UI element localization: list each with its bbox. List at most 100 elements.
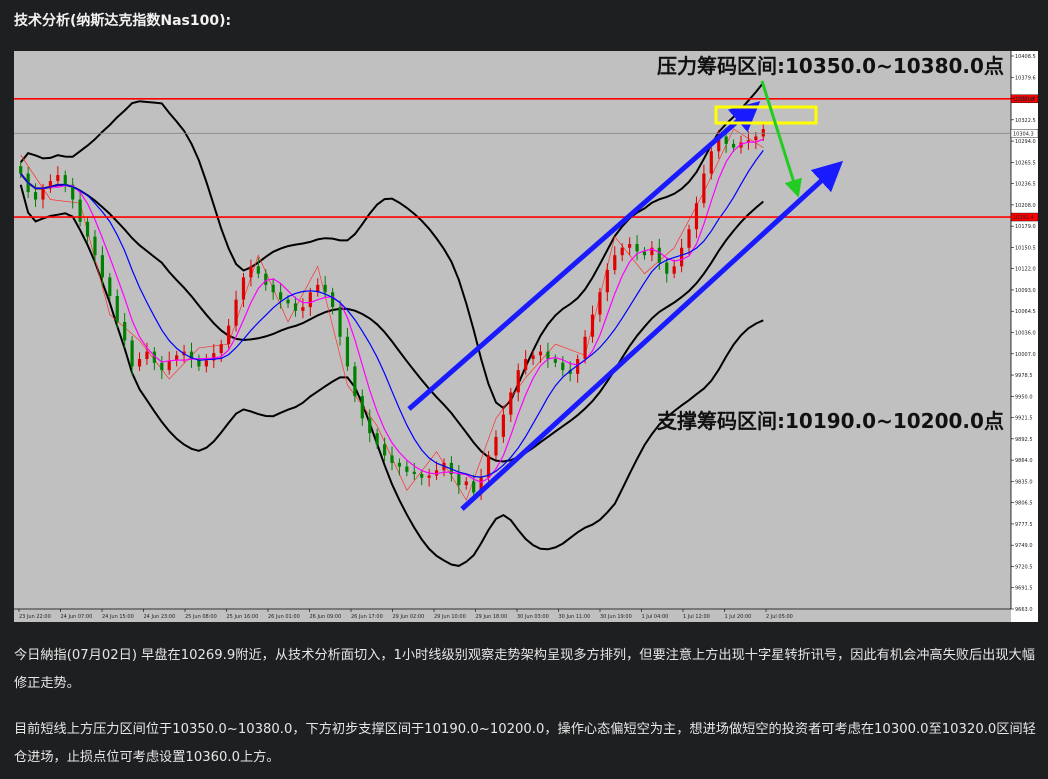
candle-body	[457, 473, 461, 486]
candle-body	[160, 362, 164, 371]
candle-body	[516, 370, 520, 393]
candle-body	[509, 392, 513, 415]
chart-svg: 10350.810304.310191.4 10408.510379.61035…	[14, 51, 1038, 622]
support-annotation: 支撑筹码区间:10190.0~10200.0点	[657, 409, 1004, 433]
candle-body	[123, 321, 127, 341]
candle-body	[368, 418, 372, 434]
y-tick-label: 9749.0	[1015, 543, 1033, 549]
candle-body	[323, 284, 327, 293]
candle-body	[301, 307, 305, 311]
candle-body	[338, 307, 342, 337]
y-tick-label: 9777.5	[1015, 522, 1033, 528]
y-tick-label: 10093.0	[1015, 288, 1036, 294]
y-tick-label: 10150.5	[1015, 245, 1036, 251]
candle-body	[694, 203, 699, 230]
candle-body	[412, 471, 416, 474]
candle-body	[353, 366, 357, 397]
x-tick-label: 30 Jun 19:00	[600, 614, 632, 620]
candle-body	[531, 355, 535, 360]
plot-area	[14, 51, 1011, 622]
candle-body	[464, 481, 468, 486]
candle-body	[553, 359, 557, 363]
y-tick-label: 10208.0	[1015, 203, 1036, 209]
candle-body	[687, 229, 691, 248]
candle-body	[657, 247, 661, 263]
candle-body	[33, 192, 38, 200]
candle-body	[583, 336, 587, 360]
candle-body	[115, 295, 119, 322]
price-level-label: 10191.4	[1013, 215, 1034, 221]
candle-body	[680, 247, 684, 267]
candle-body	[724, 136, 728, 144]
candle-body	[590, 314, 595, 337]
price-chart: 10350.8 10304.3 10191.4 10408.5 10379.6 1035…	[14, 51, 1038, 622]
page-heading: 技术分析(纳斯达克指数Nas100):	[14, 13, 232, 29]
x-tick-label: 1 Jul 04:00	[642, 614, 669, 620]
x-tick-label: 24 Jun 15:00	[102, 614, 134, 620]
candle-body	[501, 414, 505, 437]
candle-body	[279, 292, 283, 300]
candle-body	[130, 340, 134, 367]
x-tick-label: 30 Jun 03:00	[517, 614, 549, 620]
candle-body	[85, 221, 90, 237]
candle-body	[249, 266, 253, 278]
candle-body	[434, 470, 439, 476]
candle-body	[635, 244, 639, 252]
candle-body	[19, 166, 23, 174]
x-tick-label: 24 Jun 07:00	[61, 614, 93, 620]
y-tick-label: 9663.0	[1015, 607, 1033, 613]
y-tick-label: 10294.0	[1015, 139, 1036, 145]
candle-body	[271, 284, 275, 293]
analysis-paragraph-2: 目前短线上方压力区间位于10350.0~10380.0，下方初步支撑区间于101…	[14, 722, 1036, 765]
candle-body	[405, 466, 409, 472]
y-tick-label: 9978.5	[1015, 373, 1033, 379]
candle-body	[375, 433, 379, 445]
candle-body	[613, 255, 617, 271]
candle-body	[41, 188, 45, 200]
x-tick-label: 26 Jun 01:00	[268, 614, 300, 620]
candle-body	[538, 351, 543, 356]
y-tick-label: 9892.5	[1015, 437, 1033, 443]
y-tick-label: 10036.0	[1015, 331, 1036, 337]
x-tick-label: 25 Jun 08:00	[185, 614, 217, 620]
x-tick-label: 26 Jun 17:00	[351, 614, 383, 620]
candle-body	[286, 299, 290, 304]
x-tick-label: 2 Jul 05:00	[766, 614, 793, 620]
candle-body	[665, 262, 669, 274]
y-tick-label: 9864.0	[1015, 458, 1033, 464]
x-tick-label: 30 Jun 11:00	[559, 614, 591, 620]
candle-body	[241, 277, 246, 300]
y-tick-label: 10408.5	[1015, 54, 1036, 60]
candle-body	[63, 175, 67, 185]
candle-body	[145, 351, 149, 360]
price-level-label: 10304.3	[1013, 131, 1034, 137]
candle-body	[167, 360, 171, 371]
candle-body	[264, 273, 268, 285]
candle-body	[628, 244, 632, 248]
y-tick-label: 9691.5	[1015, 586, 1033, 592]
y-tick-label: 10064.5	[1015, 309, 1036, 315]
candle-body	[709, 151, 713, 174]
x-tick-label: 29 Jun 02:00	[393, 614, 425, 620]
candle-body	[227, 325, 231, 345]
candle-body	[293, 303, 298, 311]
y-tick-label: 10179.0	[1015, 224, 1036, 230]
x-tick-label: 29 Jun 18:00	[476, 614, 508, 620]
y-tick-label: 10007.0	[1015, 352, 1036, 358]
y-tick-label: 9806.5	[1015, 501, 1033, 507]
candle-body	[256, 266, 260, 274]
candle-body	[494, 436, 498, 456]
candle-body	[427, 475, 431, 478]
candle-body	[672, 266, 676, 274]
x-tick-label: 29 Jun 10:00	[434, 614, 466, 620]
candle-body	[397, 462, 402, 467]
x-tick-label: 24 Jun 23:00	[144, 614, 176, 620]
candle-body	[382, 444, 387, 456]
y-tick-label: 9720.5	[1015, 564, 1033, 570]
candle-body	[234, 299, 238, 326]
candle-body	[754, 136, 758, 141]
analysis-paragraph-1: 今日納指(07月02日) 早盘在10269.9附近，从技术分析面切入，1小时线级…	[14, 648, 1035, 691]
candle-body	[620, 247, 624, 256]
y-tick-label: 10265.5	[1015, 160, 1036, 166]
candle-body	[546, 351, 550, 360]
